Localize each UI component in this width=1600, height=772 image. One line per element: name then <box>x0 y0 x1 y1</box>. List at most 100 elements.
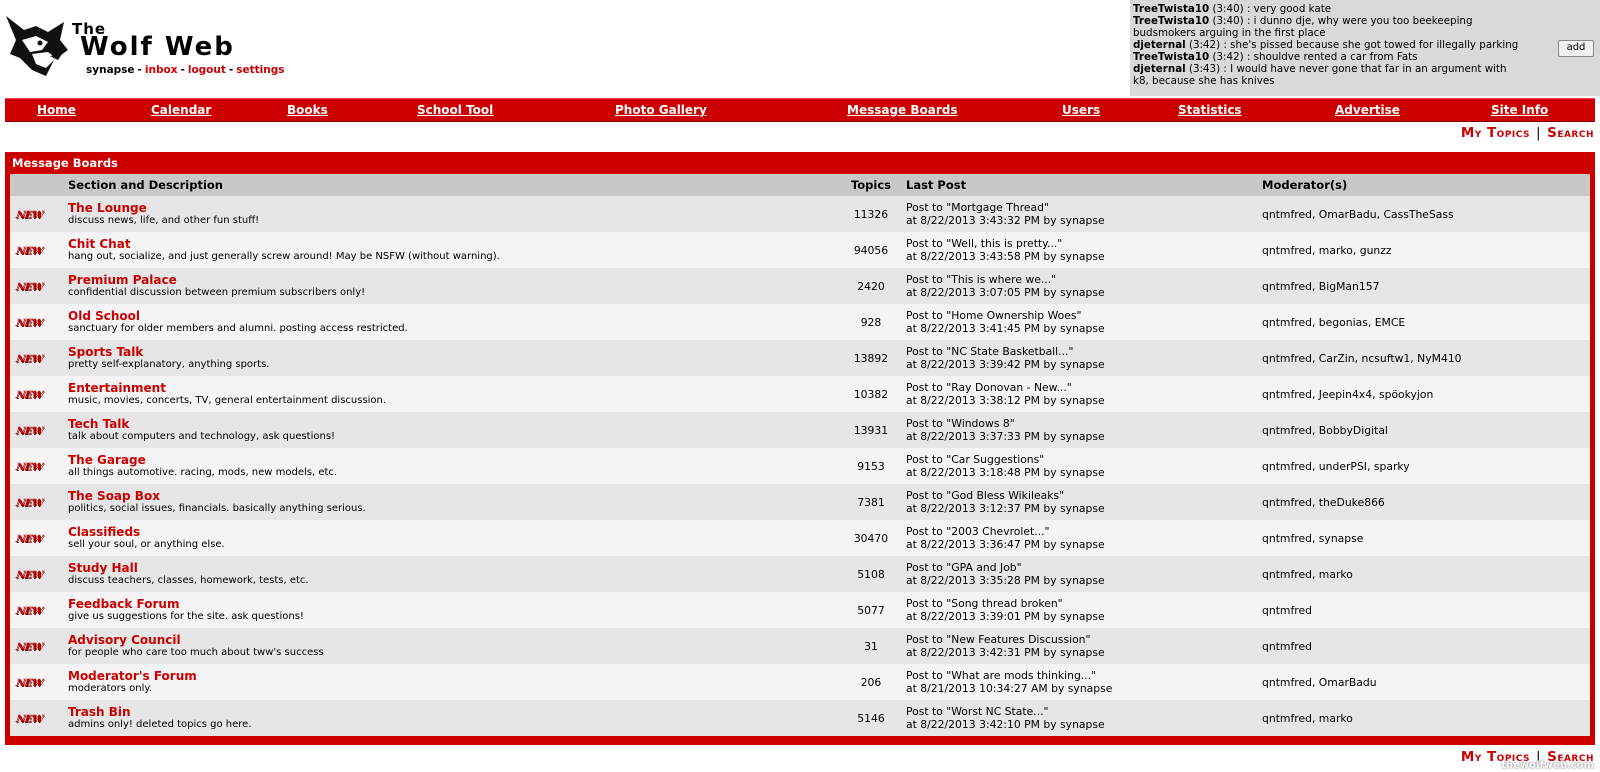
board-name-link[interactable]: Feedback Forum <box>68 597 836 611</box>
inbox-link[interactable]: inbox <box>145 64 178 76</box>
new-posts-icon[interactable]: NEW <box>15 606 43 617</box>
nav-message-boards[interactable]: Message Boards <box>847 103 958 117</box>
shout-user[interactable]: djeternal <box>1133 39 1186 51</box>
shout-user[interactable]: djeternal <box>1133 63 1186 75</box>
my-topics-link[interactable]: My Topics <box>1461 125 1530 141</box>
board-name-link[interactable]: The Soap Box <box>68 489 836 503</box>
new-posts-icon[interactable]: NEW <box>15 714 43 725</box>
moderators-cell[interactable]: qntmfred, Jeepin4x4, spöokyjon <box>1262 376 1590 412</box>
section-cell: Old School sanctuary for older members an… <box>68 304 836 340</box>
logout-link[interactable]: logout <box>188 64 226 76</box>
moderators-cell[interactable]: qntmfred, marko <box>1262 556 1590 592</box>
last-post-link[interactable]: Post to "This is where we..." <box>906 273 1262 286</box>
shout-message: TreeTwista10 (3:42) : shouldve rented a … <box>1133 51 1523 63</box>
board-name-link[interactable]: Classifieds <box>68 525 836 539</box>
last-post-time: at 8/22/2013 3:39:01 PM by synapse <box>906 610 1105 623</box>
moderators-cell[interactable]: qntmfred, begonias, EMCE <box>1262 304 1590 340</box>
last-post-link[interactable]: Post to "Home Ownership Woes" <box>906 309 1262 322</box>
moderators-cell[interactable]: qntmfred, synapse <box>1262 520 1590 556</box>
new-posts-icon[interactable]: NEW <box>15 642 43 653</box>
board-name-link[interactable]: Moderator's Forum <box>68 669 836 683</box>
moderators-cell[interactable]: qntmfred, CarZin, ncsuftw1, NyM410 <box>1262 340 1590 376</box>
moderators-cell[interactable]: qntmfred, marko, gunzz <box>1262 232 1590 268</box>
moderators-cell[interactable]: qntmfred, marko <box>1262 700 1590 736</box>
last-post-time: at 8/22/2013 3:18:48 PM by synapse <box>906 466 1105 479</box>
wolf-logo-icon[interactable] <box>2 10 72 80</box>
board-name-link[interactable]: Trash Bin <box>68 705 836 719</box>
shout-text: : shouldve rented a car from Fats <box>1246 51 1418 63</box>
moderators-cell[interactable]: qntmfred, BobbyDigital <box>1262 412 1590 448</box>
topic-count: 10382 <box>836 376 906 412</box>
table-row: NEW Trash Bin admins only! deleted topics … <box>10 700 1590 736</box>
board-name-link[interactable]: Premium Palace <box>68 273 836 287</box>
last-post-link[interactable]: Post to "What are mods thinking..." <box>906 669 1262 682</box>
username-link[interactable]: synapse <box>86 64 135 76</box>
new-posts-icon[interactable]: NEW <box>15 498 43 509</box>
table-row: NEW Classifieds sell your soul, or anythin… <box>10 520 1590 556</box>
last-post-link[interactable]: Post to "2003 Chevrolet..." <box>906 525 1262 538</box>
nav-photo-gallery[interactable]: Photo Gallery <box>615 103 707 117</box>
shout-user[interactable]: TreeTwista10 <box>1133 3 1209 15</box>
topic-count: 13892 <box>836 340 906 376</box>
board-name-link[interactable]: The Garage <box>68 453 836 467</box>
new-posts-icon[interactable]: NEW <box>15 318 43 329</box>
new-posts-icon[interactable]: NEW <box>15 570 43 581</box>
new-posts-icon[interactable]: NEW <box>15 210 43 221</box>
shout-user[interactable]: TreeTwista10 <box>1133 15 1209 27</box>
board-name-link[interactable]: Advisory Council <box>68 633 836 647</box>
table-row: NEW Chit Chat hang out, socialize, and jus… <box>10 232 1590 268</box>
nav-books[interactable]: Books <box>287 103 328 117</box>
settings-link[interactable]: settings <box>236 64 284 76</box>
new-posts-icon[interactable]: NEW <box>15 246 43 257</box>
table-row: NEW Feedback Forum give us suggestions for… <box>10 592 1590 628</box>
nav-site-info[interactable]: Site Info <box>1491 103 1548 117</box>
nav-home[interactable]: Home <box>37 103 76 117</box>
last-post-link[interactable]: Post to "Well, this is pretty..." <box>906 237 1262 250</box>
nav-school-tool[interactable]: School Tool <box>417 103 493 117</box>
nav-advertise[interactable]: Advertise <box>1335 103 1400 117</box>
nav-statistics[interactable]: Statistics <box>1178 103 1242 117</box>
last-post-link[interactable]: Post to "God Bless Wikileaks" <box>906 489 1262 502</box>
section-cell: The Lounge discuss news, life, and other … <box>68 196 836 232</box>
board-name-link[interactable]: Chit Chat <box>68 237 836 251</box>
site-title[interactable]: Wolf Web <box>80 32 235 62</box>
board-name-link[interactable]: Study Hall <box>68 561 836 575</box>
moderators-cell[interactable]: qntmfred, theDuke866 <box>1262 484 1590 520</box>
moderators-cell[interactable]: qntmfred <box>1262 628 1590 664</box>
last-post-link[interactable]: Post to "Worst NC State..." <box>906 705 1262 718</box>
moderators-cell[interactable]: qntmfred, OmarBadu <box>1262 664 1590 700</box>
last-post-link[interactable]: Post to "GPA and Job" <box>906 561 1262 574</box>
topic-count: 9153 <box>836 448 906 484</box>
nav-calendar[interactable]: Calendar <box>151 103 211 117</box>
new-posts-icon[interactable]: NEW <box>15 534 43 545</box>
new-posts-icon[interactable]: NEW <box>15 282 43 293</box>
section-cell: Advisory Council for people who care too … <box>68 628 836 664</box>
board-name-link[interactable]: Tech Talk <box>68 417 836 431</box>
new-posts-icon[interactable]: NEW <box>15 462 43 473</box>
new-posts-icon[interactable]: NEW <box>15 426 43 437</box>
last-post-link[interactable]: Post to "Mortgage Thread" <box>906 201 1262 214</box>
new-posts-icon[interactable]: NEW <box>15 390 43 401</box>
board-name-link[interactable]: The Lounge <box>68 201 836 215</box>
board-name-link[interactable]: Old School <box>68 309 836 323</box>
last-post-link[interactable]: Post to "Song thread broken" <box>906 597 1262 610</box>
moderators-cell[interactable]: qntmfred, OmarBadu, CassTheSass <box>1262 196 1590 232</box>
moderators-cell[interactable]: qntmfred, BigMan157 <box>1262 268 1590 304</box>
search-link[interactable]: Search <box>1547 125 1594 141</box>
last-post-link[interactable]: Post to "New Features Discussion" <box>906 633 1262 646</box>
last-post-link[interactable]: Post to "Windows 8" <box>906 417 1262 430</box>
shoutbox-add-button[interactable]: add <box>1558 40 1594 57</box>
moderators-cell[interactable]: qntmfred, underPSI, sparky <box>1262 448 1590 484</box>
moderators-cell[interactable]: qntmfred <box>1262 592 1590 628</box>
new-posts-icon[interactable]: NEW <box>15 354 43 365</box>
shout-user[interactable]: TreeTwista10 <box>1133 51 1209 63</box>
nav-users[interactable]: Users <box>1062 103 1100 117</box>
last-post-link[interactable]: Post to "Car Suggestions" <box>906 453 1262 466</box>
last-post-cell: Post to "Car Suggestions" at 8/22/2013 3:… <box>906 448 1262 484</box>
last-post-link[interactable]: Post to "Ray Donovan - New..." <box>906 381 1262 394</box>
board-name-link[interactable]: Sports Talk <box>68 345 836 359</box>
board-name-link[interactable]: Entertainment <box>68 381 836 395</box>
last-post-cell: Post to "This is where we..." at 8/22/201… <box>906 268 1262 304</box>
new-posts-icon[interactable]: NEW <box>15 678 43 689</box>
last-post-link[interactable]: Post to "NC State Basketball..." <box>906 345 1262 358</box>
